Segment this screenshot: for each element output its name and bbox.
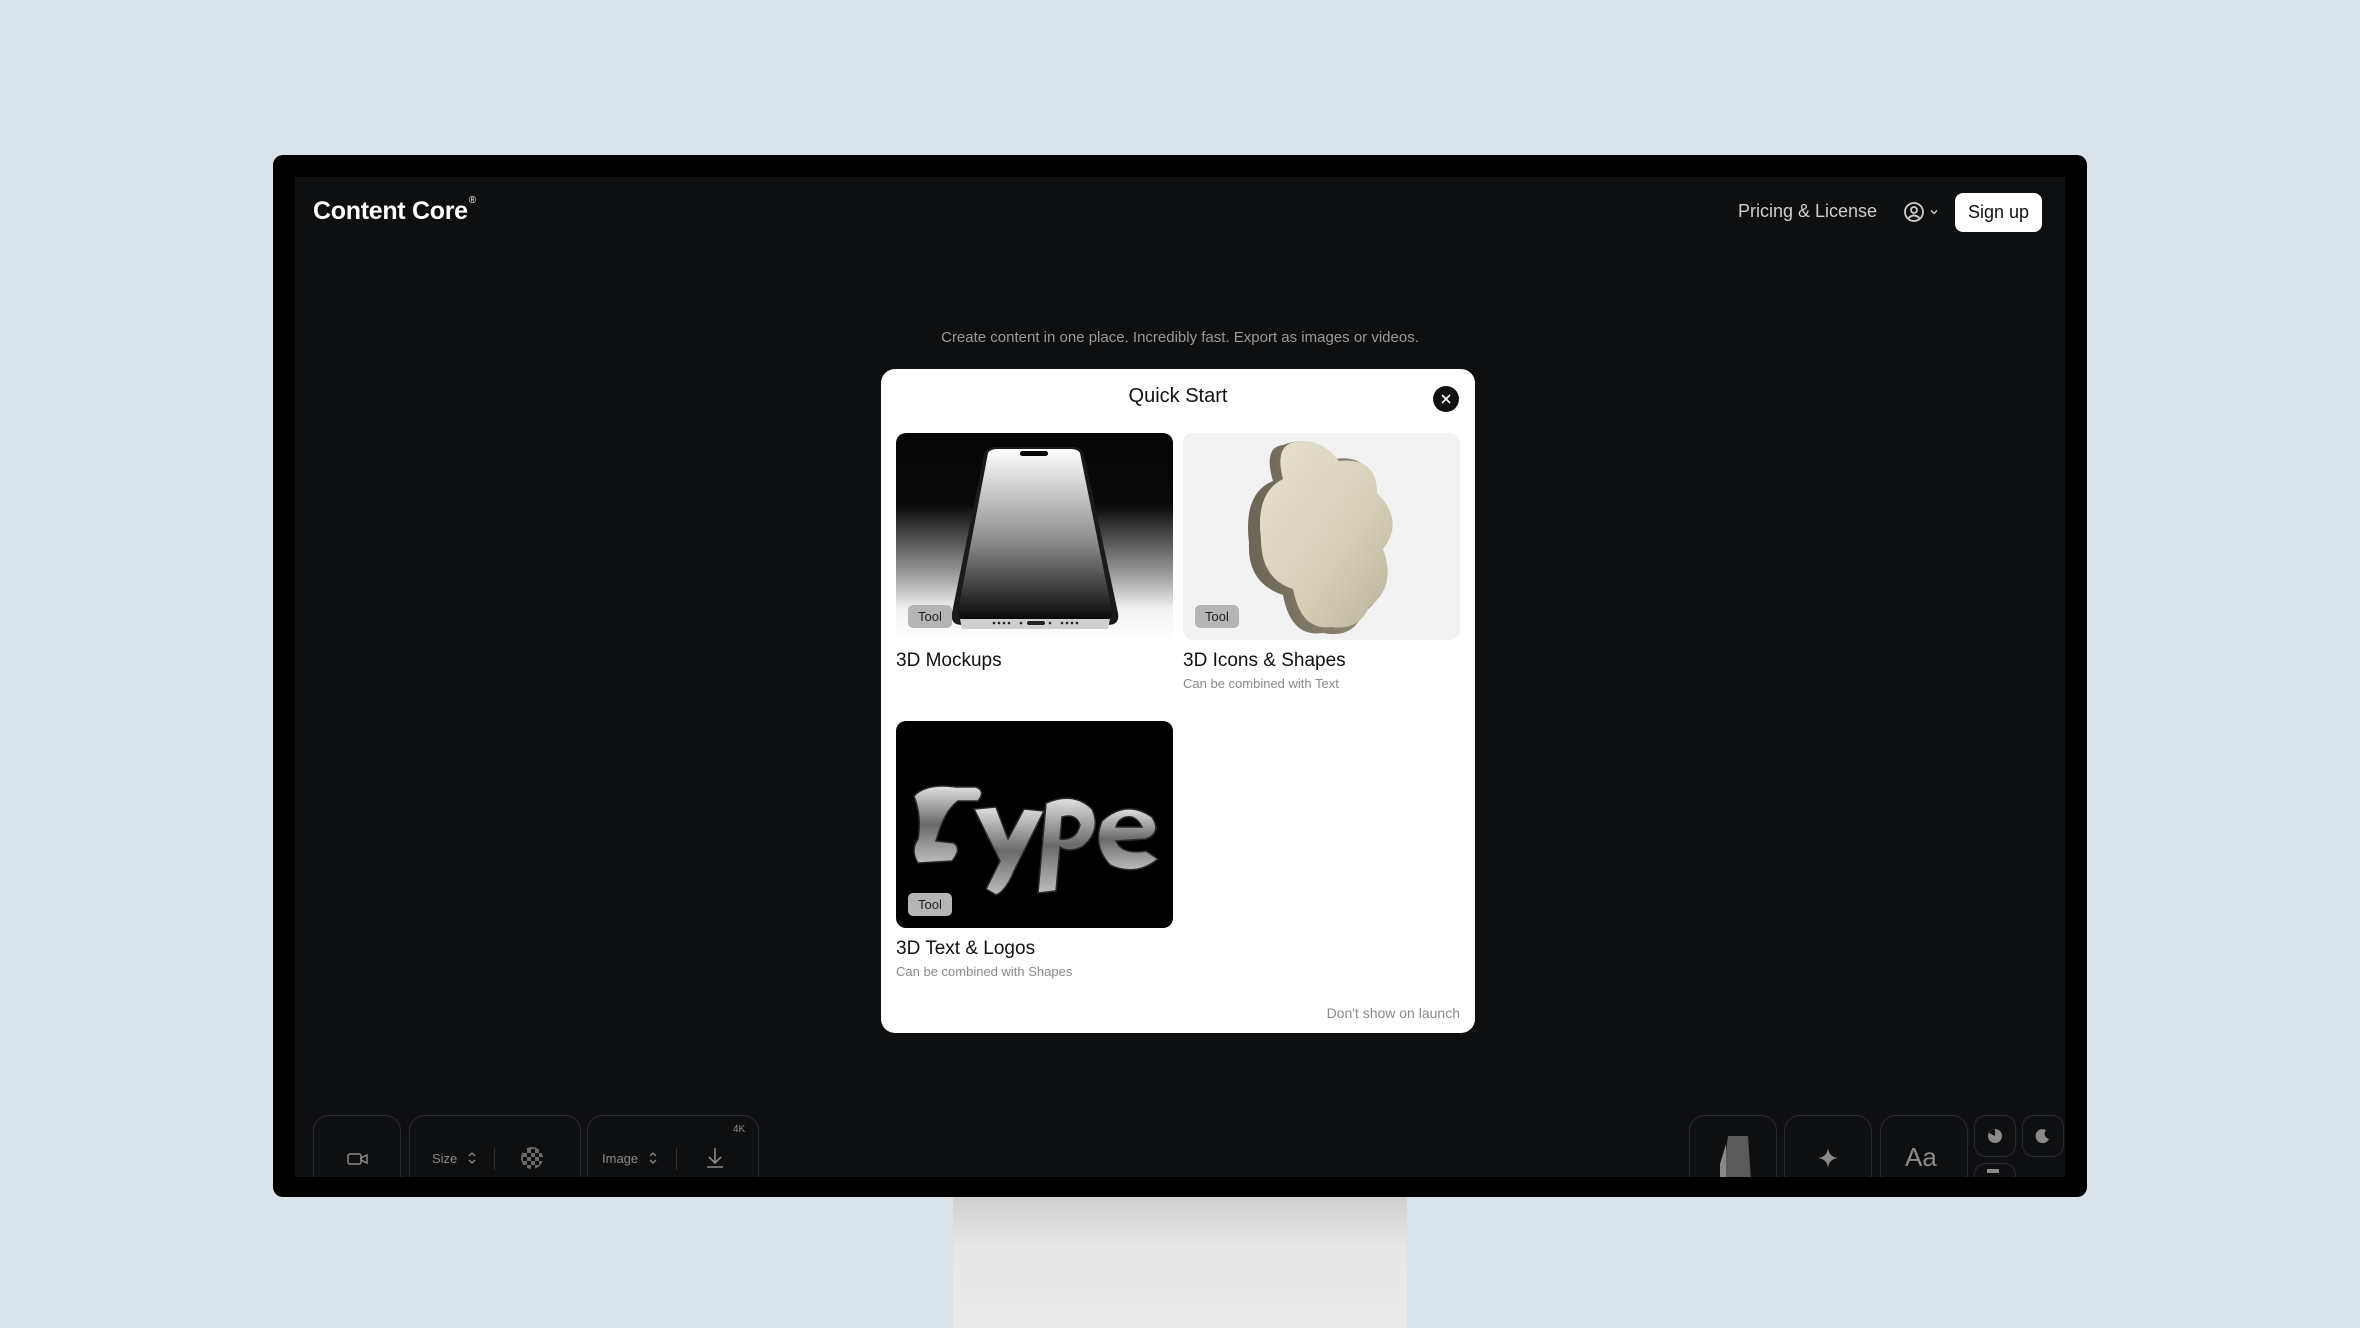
checkerboard-icon	[521, 1147, 543, 1169]
background-pattern-button[interactable]	[520, 1146, 546, 1172]
video-camera-icon	[347, 1153, 368, 1165]
canvas-settings-group: Size	[409, 1115, 581, 1177]
chevron-down-icon	[1930, 210, 1938, 215]
modal-close-button[interactable]	[1433, 386, 1459, 412]
toolbar-divider	[676, 1148, 677, 1170]
card-title: 3D Icons & Shapes	[1183, 650, 1346, 671]
sparkle-icon	[1818, 1148, 1838, 1168]
moon-icon	[2035, 1129, 2049, 1144]
tool-badge: Tool	[908, 893, 952, 916]
mockup-tool-button[interactable]	[1689, 1115, 1777, 1177]
toolbar-divider	[494, 1148, 495, 1170]
quick-start-card-mockups[interactable]: Tool 3D Mockups	[896, 433, 1173, 672]
account-menu[interactable]	[1903, 199, 1943, 225]
text-tool-button[interactable]: Aa	[1880, 1115, 1968, 1177]
export-group: Image 4K	[587, 1115, 759, 1177]
card-title: 3D Text & Logos	[896, 938, 1036, 959]
video-mode-button[interactable]	[313, 1115, 401, 1177]
pricing-license-link[interactable]: Pricing & License	[1738, 201, 1877, 222]
quick-start-card-icons-shapes[interactable]: Tool 3D Icons & Shapes Can be combined w…	[1183, 433, 1460, 691]
bar-icon	[1987, 1169, 1999, 1173]
tagline: Create content in one place. Incredibly …	[941, 329, 1419, 346]
user-circle-icon	[1904, 202, 1924, 222]
close-icon	[1441, 394, 1451, 404]
size-label: Size	[432, 1151, 458, 1166]
size-select[interactable]: Size	[410, 1116, 490, 1177]
brand-registered-mark: ®	[468, 195, 476, 206]
shapes-tool-button[interactable]	[1784, 1115, 1872, 1177]
sign-up-button[interactable]: Sign up	[1955, 193, 2042, 232]
chevron-up-down-icon	[649, 1152, 657, 1164]
theme-toggle-button[interactable]	[2022, 1115, 2064, 1157]
extra-tool-button[interactable]	[1974, 1163, 2016, 1177]
quick-start-modal: Quick Start Tool 3D Mockups Tool 3D Icon…	[881, 369, 1475, 1033]
card-subtitle: Can be combined with Shapes	[896, 964, 1073, 979]
export-format-select[interactable]: Image	[588, 1116, 672, 1177]
download-button[interactable]	[704, 1146, 730, 1172]
color-mode-button[interactable]	[1974, 1115, 2016, 1157]
tool-badge: Tool	[1195, 605, 1239, 628]
card-subtitle: Can be combined with Text	[1183, 676, 1339, 691]
modal-title: Quick Start	[1128, 385, 1228, 407]
quick-start-card-text-logos[interactable]: Tool 3D Text & Logos Can be combined wit…	[896, 721, 1173, 979]
monitor-stand	[953, 1194, 1407, 1328]
download-icon	[707, 1148, 723, 1168]
tool-badge: Tool	[908, 605, 952, 628]
card-title: 3D Mockups	[896, 650, 1002, 671]
text-tool-label: Aa	[1905, 1142, 1937, 1172]
dont-show-on-launch-link[interactable]: Don't show on launch	[1327, 1005, 1460, 1021]
brand-name: Content Core	[313, 197, 468, 225]
resolution-badge: 4K	[733, 1124, 746, 1135]
phone-mockup-icon	[1720, 1136, 1751, 1177]
text-logos-preview-image: Tool	[896, 721, 1173, 928]
mockups-preview-image: Tool	[896, 433, 1173, 640]
chevron-up-down-icon	[468, 1152, 476, 1164]
image-label: Image	[602, 1151, 639, 1166]
icons-shapes-preview-image: Tool	[1183, 433, 1460, 640]
brand-logo[interactable]: Content Core®	[313, 195, 476, 226]
pie-chart-icon	[1988, 1129, 2002, 1143]
